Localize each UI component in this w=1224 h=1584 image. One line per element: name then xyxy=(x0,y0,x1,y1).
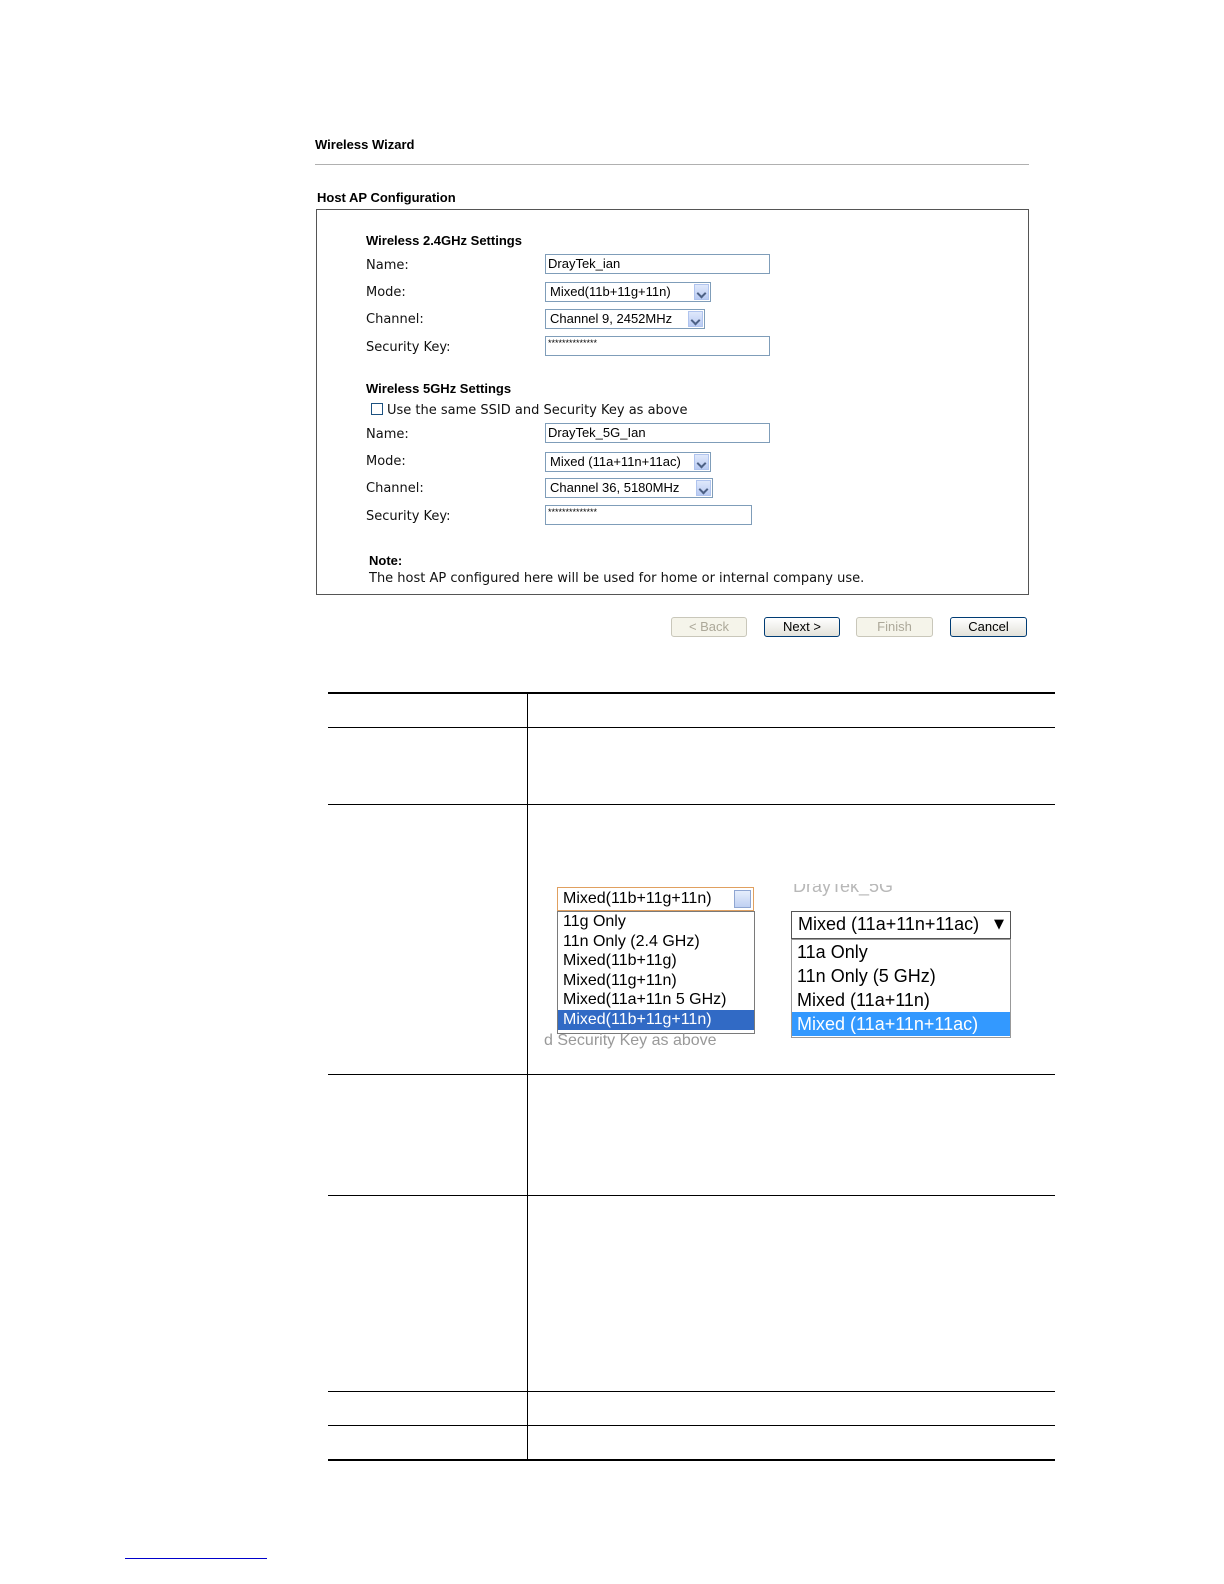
band5-name-input[interactable]: DrayTek_5G_Ian xyxy=(545,423,770,443)
dropdown24-option[interactable]: 11g Only xyxy=(558,912,754,932)
band5-channel-value: Channel 36, 5180MHz xyxy=(550,480,680,495)
band5-key-label: Security Key: xyxy=(366,509,451,524)
band24-key-label: Security Key: xyxy=(366,340,451,355)
band5-mode-label: Mode: xyxy=(366,454,406,469)
dropdown5-underlay-text: DrayTek_5G xyxy=(793,884,894,896)
band24-key-input[interactable]: ************** xyxy=(545,336,770,356)
wizard-title: Wireless Wizard xyxy=(315,137,415,152)
dropdown24-list: 11g Only 11n Only (2.4 GHz) Mixed(11b+11g)… xyxy=(557,911,755,1034)
finish-button[interactable]: Finish xyxy=(856,617,933,637)
dropdown5-option[interactable]: 11n Only (5 GHz) xyxy=(792,964,1010,988)
dropdown24-option[interactable]: Mixed(11g+11n) xyxy=(558,971,754,991)
band24-channel-select[interactable]: Channel 9, 2452MHz xyxy=(545,309,705,329)
chevron-down-icon[interactable] xyxy=(696,480,711,496)
dropdown24-option[interactable]: Mixed(11b+11g) xyxy=(558,951,754,971)
chevron-down-icon[interactable] xyxy=(694,284,709,300)
band24-mode-select[interactable]: Mixed(11b+11g+11n) xyxy=(545,282,711,302)
dropdown5-selected-value: Mixed (11a+11n+11ac) xyxy=(798,914,980,934)
dropdown5-option[interactable]: Mixed (11a+11n+11ac) xyxy=(792,1012,1010,1036)
triangle-down-icon[interactable]: ▼ xyxy=(994,917,1004,932)
same-ssid-checkbox[interactable] xyxy=(371,403,383,415)
band24-name-label: Name: xyxy=(366,258,409,273)
dropdown24-select[interactable]: Mixed(11b+11g+11n) xyxy=(557,887,754,911)
back-button[interactable]: < Back xyxy=(671,617,747,637)
dropdown24-option[interactable]: Mixed(11b+11g+11n) xyxy=(558,1010,754,1030)
table-row-rule xyxy=(328,1195,1055,1196)
dropdown24-selected-value: Mixed(11b+11g+11n) xyxy=(563,890,712,907)
band5-heading: Wireless 5GHz Settings xyxy=(366,381,512,396)
title-divider xyxy=(315,164,1029,165)
band24-mode-label: Mode: xyxy=(366,285,406,300)
dropdown5-option[interactable]: 11a Only xyxy=(792,940,1010,964)
dropdown24-option[interactable]: 11n Only (2.4 GHz) xyxy=(558,932,754,952)
chevron-down-icon[interactable] xyxy=(688,311,703,327)
band5-name-label: Name: xyxy=(366,427,409,442)
dropdown5-list: 11a Only 11n Only (5 GHz) Mixed (11a+11n) M… xyxy=(791,939,1011,1038)
dropdown5-select[interactable]: Mixed (11a+11n+11ac) ▼ xyxy=(791,911,1011,939)
next-button[interactable]: Next > xyxy=(764,617,840,637)
dropdown5-option[interactable]: Mixed (11a+11n) xyxy=(792,988,1010,1012)
dropdown24-option[interactable]: Mixed(11a+11n 5 GHz) xyxy=(558,990,754,1010)
note-text: The host AP configured here will be used… xyxy=(369,571,865,586)
table-bottom-rule xyxy=(328,1459,1055,1461)
config-panel: Wireless 2.4GHz Settings Name: DrayTek_i… xyxy=(316,209,1029,595)
band24-name-input[interactable]: DrayTek_ian xyxy=(545,254,770,274)
band5-channel-label: Channel: xyxy=(366,481,424,496)
table-row-rule xyxy=(328,804,1055,805)
table-top-rule xyxy=(328,692,1055,694)
dropdown24-illustration: Mixed(11b+11g+11n) 11g Only 11n Only (2.4… xyxy=(544,884,760,1054)
band24-channel-label: Channel: xyxy=(366,312,424,327)
chevron-down-icon[interactable] xyxy=(694,454,709,470)
table-column-divider xyxy=(527,693,528,1460)
band24-channel-value: Channel 9, 2452MHz xyxy=(550,311,673,326)
table-header-rule xyxy=(328,727,1055,728)
table-row-rule xyxy=(328,1425,1055,1426)
dropdown5-illustration: DrayTek_5G Mixed (11a+11n+11ac) ▼ 11a On… xyxy=(785,884,1025,1044)
table-row-rule xyxy=(328,1074,1055,1075)
footer-link-rule xyxy=(125,1558,267,1559)
band5-mode-value: Mixed (11a+11n+11ac) xyxy=(550,454,681,469)
same-ssid-label: Use the same SSID and Security Key as ab… xyxy=(387,403,688,418)
band24-mode-value: Mixed(11b+11g+11n) xyxy=(550,284,671,299)
band5-channel-select[interactable]: Channel 36, 5180MHz xyxy=(545,478,713,498)
table-row-rule xyxy=(328,1391,1055,1392)
section-title: Host AP Configuration xyxy=(317,190,456,205)
dropdown24-underlay-text: d Security Key as above xyxy=(544,1032,717,1049)
band24-heading: Wireless 2.4GHz Settings xyxy=(366,233,522,248)
cancel-button[interactable]: Cancel xyxy=(950,617,1027,637)
chevron-down-icon[interactable] xyxy=(734,890,751,908)
band5-mode-select[interactable]: Mixed (11a+11n+11ac) xyxy=(545,452,711,472)
band5-key-input[interactable]: ************** xyxy=(545,505,752,525)
note-label: Note: xyxy=(369,553,403,568)
